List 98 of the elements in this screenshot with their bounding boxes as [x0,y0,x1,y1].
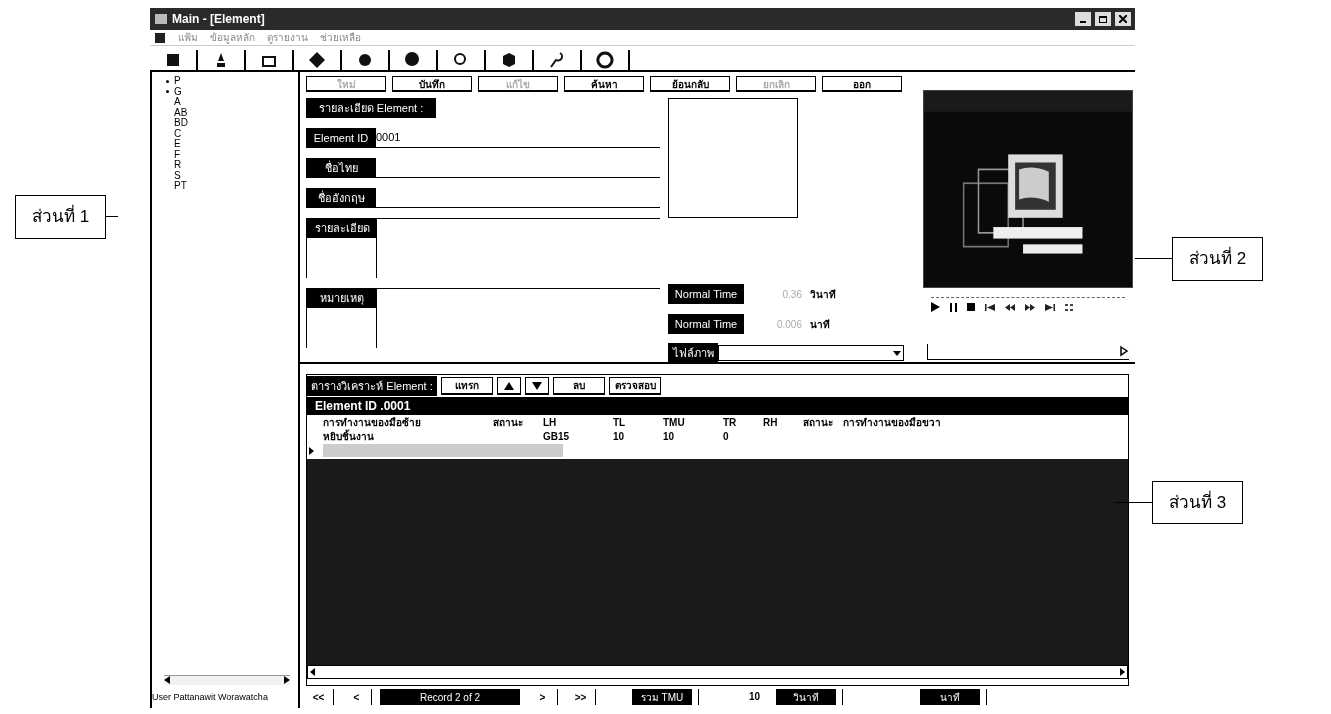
nav-button[interactable]: > [528,689,558,705]
callout-label: ส่วนที่ 3 [1152,480,1244,524]
scroll-right-icon[interactable] [1120,668,1125,676]
skip-back-icon[interactable] [985,303,995,311]
skip-forward-icon[interactable] [1045,303,1055,311]
tree-item[interactable]: S [174,170,181,181]
rewind-icon[interactable] [1005,303,1015,311]
menu-item[interactable]: ช่วยเหลือ [320,30,361,45]
action-button[interactable]: ย้อนกลับ [650,76,730,92]
table-cell-text: 0 [723,430,730,444]
move-up-button[interactable] [497,377,521,395]
table-cell-text: GB15 [543,430,571,444]
url-field[interactable] [927,344,1129,360]
field-label: ไฟล์ภาพ [668,343,718,363]
nav-button[interactable]: << [304,689,334,705]
field-label: รายละเอียด Element : [306,98,436,118]
column-header: สถานะ [493,416,524,430]
down-triangle-icon [532,381,542,390]
field-label: ชื่อไทย [306,158,376,178]
callout-label: ส่วนที่ 2 [1172,237,1264,281]
maximize-button[interactable] [1095,12,1111,26]
scroll-right-icon[interactable] [284,676,290,684]
status-text: User Pattanawit Worawatcha [152,690,269,704]
callout-label: ส่วนที่ 1 [15,195,107,239]
play-icon[interactable] [931,302,940,312]
action-button[interactable]: ค้นหา [564,76,644,92]
tree-item[interactable]: AB [174,107,188,118]
field-label: รายละเอียด [307,218,377,238]
table-cell-text: หยิบชิ้นงาน [323,429,375,444]
action-button[interactable]: ออก [822,76,902,92]
grid-caption: Element ID .0001 [307,397,1128,415]
total-label: นาที [920,689,980,705]
go-icon[interactable] [1119,344,1129,358]
grid-button[interactable]: ลบ [553,377,605,395]
unit-label: นาที [810,317,830,332]
scroll-bar[interactable] [164,674,290,685]
column-header: การทำงานของมือขวา [843,416,942,430]
close-icon [1119,15,1127,23]
up-triangle-icon [504,381,514,390]
tree-item[interactable]: G [174,86,182,97]
tree-item[interactable]: BD [174,118,188,129]
column-header: RH [763,416,779,430]
tree-item[interactable]: A [174,97,181,108]
menu-item[interactable]: ดูรายงาน [267,30,308,45]
column-header: การทำงานของมือซ้าย [323,416,422,429]
total-field: 10 [698,689,768,705]
circle-icon [356,51,374,69]
record-indicator: Record 2 of 2 [380,689,520,705]
app-icon [154,12,168,26]
table-cell-text: 10 [613,430,626,444]
field-label: Element ID [306,128,376,148]
diamond-icon [308,51,326,69]
pause-icon[interactable] [950,302,957,312]
row-pointer-icon [309,447,314,455]
move-down-button[interactable] [525,377,549,395]
text-area[interactable] [376,218,660,278]
tree-item[interactable]: R [174,160,182,171]
field-label: Normal Time [668,284,744,304]
column-header: TR [723,416,738,430]
table-cell-text: 10 [663,430,676,444]
minimize-button[interactable] [1075,12,1091,26]
time-value: 0.36 [781,287,802,302]
close-button[interactable] [1115,12,1131,26]
total-label: รวม TMU [632,689,692,705]
tree-item[interactable]: F [174,149,181,160]
tree-item[interactable]: PT [174,181,187,192]
total-label: วินาที [776,689,836,705]
column-header: TL [613,416,627,430]
grid-button[interactable]: ตรวจสอบ [609,377,661,395]
field-label: ตารางวิเคราะห์ Element : [307,376,437,396]
tree-item[interactable]: P [174,76,181,87]
tree-item[interactable]: C [174,128,182,139]
input-field[interactable]: 0001 [376,128,660,148]
text-area[interactable] [376,288,660,348]
nav-button[interactable]: < [342,689,372,705]
menu-item[interactable]: ข้อมูลหลัก [210,30,255,45]
fullscreen-icon[interactable] [1065,303,1073,311]
field-label: หมายเหตุ [307,288,377,308]
scroll-left-icon[interactable] [164,676,170,684]
time-value: 0.006 [775,317,802,332]
field-label: Normal Time [668,314,744,334]
file-dropdown[interactable] [718,345,904,361]
window-title: Main - [Element] [172,11,265,28]
grid-button[interactable]: แทรก [441,377,493,395]
nav-button[interactable]: >> [566,689,596,705]
menu-item[interactable]: แฟ้ม [178,30,198,45]
column-header: สถานะ [803,416,834,430]
column-header: LH [543,416,558,430]
document-icon [154,31,166,44]
fast-forward-icon[interactable] [1025,303,1035,311]
blob-icon [404,51,422,69]
horizontal-scroll-bar[interactable] [307,665,1128,679]
column-header: TMU [663,416,686,430]
action-button[interactable]: บันทึก [392,76,472,92]
field-label: ชื่ออังกฤษ [306,188,376,208]
unit-label: วินาที [810,287,836,302]
tree-item[interactable]: E [174,139,181,150]
scroll-left-icon[interactable] [310,668,315,676]
